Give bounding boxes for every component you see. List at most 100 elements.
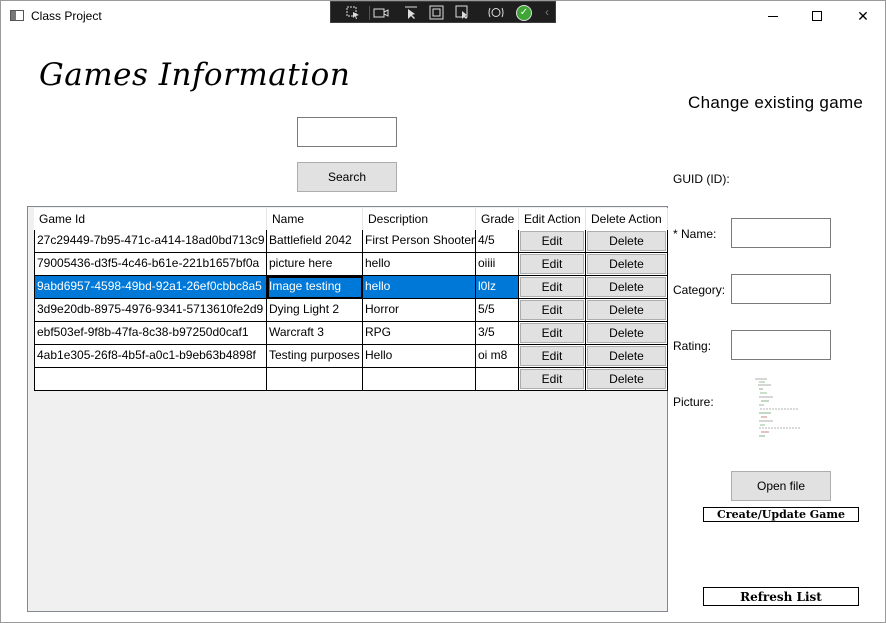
grade-cell[interactable] <box>476 368 519 391</box>
grade-cell[interactable]: oi m8 <box>476 345 519 368</box>
description-cell[interactable] <box>363 368 476 391</box>
guid-label: GUID (ID): <box>673 172 730 186</box>
edit-button[interactable]: Edit <box>520 277 584 297</box>
delete-cell: Delete <box>586 299 668 322</box>
maximize-button[interactable] <box>794 1 840 31</box>
column-header-game-id[interactable]: Game Id <box>34 208 267 230</box>
name-cell[interactable]: Image testing <box>267 276 363 299</box>
search-input[interactable] <box>297 117 397 147</box>
delete-button[interactable]: Delete <box>587 346 666 366</box>
column-header-edit-action[interactable]: Edit Action <box>519 208 586 230</box>
window-title: Class Project <box>31 9 102 23</box>
name-cell[interactable]: Dying Light 2 <box>267 299 363 322</box>
grade-cell[interactable]: 3/5 <box>476 322 519 345</box>
refresh-list-button[interactable]: Refresh List <box>703 587 859 606</box>
delete-button[interactable]: Delete <box>587 300 666 320</box>
delete-cell: Delete <box>586 345 668 368</box>
edit-button[interactable]: Edit <box>520 323 584 343</box>
table-row[interactable]: 3d9e20db-8975-4976-9341-5713610fe2d9 Dyin… <box>34 299 668 322</box>
minimize-button[interactable] <box>750 1 796 31</box>
table-row[interactable]: 27c29449-7b95-471c-a414-18ad0bd713c9 Batt… <box>34 230 668 253</box>
grade-cell[interactable]: l0lz <box>476 276 519 299</box>
name-cell[interactable]: Battlefield 2042 <box>267 230 363 253</box>
table-row[interactable]: 9abd6957-4598-49bd-92a1-26ef0cbbc8a5 Imag… <box>34 276 668 299</box>
minimize-icon <box>768 15 778 17</box>
close-icon: ✕ <box>857 7 869 24</box>
grade-cell[interactable]: 5/5 <box>476 299 519 322</box>
maximize-icon <box>812 11 822 21</box>
create-update-game-button[interactable]: Create/Update Game <box>703 507 859 522</box>
select-element-icon[interactable] <box>345 5 361 20</box>
picture-label: Picture: <box>673 395 714 409</box>
name-field[interactable] <box>731 218 831 248</box>
open-file-button[interactable]: Open file <box>731 471 831 501</box>
name-cell[interactable] <box>267 368 363 391</box>
game-id-cell[interactable]: 3d9e20db-8975-4976-9341-5713610fe2d9 <box>34 299 267 322</box>
delete-cell: Delete <box>586 368 668 391</box>
column-header-name[interactable]: Name <box>267 208 363 230</box>
collapse-icon[interactable]: ‹ <box>539 5 555 20</box>
game-id-cell[interactable]: 4ab1e305-26f8-4b5f-a0c1-b9eb63b4898f <box>34 345 267 368</box>
table-row[interactable]: ebf503ef-9f8b-47fa-8c38-b97250d0caf1 Warc… <box>34 322 668 345</box>
delete-cell: Delete <box>586 276 668 299</box>
search-button[interactable]: Search <box>297 162 397 192</box>
delete-cell: Delete <box>586 230 668 253</box>
delete-button[interactable]: Delete <box>587 254 666 274</box>
check-icon[interactable]: ✓ <box>516 5 532 21</box>
edit-cell: Edit <box>519 299 586 322</box>
hot-reload-icon[interactable] <box>488 5 504 20</box>
close-button[interactable]: ✕ <box>840 1 886 31</box>
description-cell[interactable]: First Person Shooter <box>363 230 476 253</box>
panel-title: Change existing game <box>688 93 864 112</box>
camera-icon[interactable] <box>373 5 389 20</box>
delete-button[interactable]: Delete <box>587 323 666 343</box>
game-id-cell[interactable]: 79005436-d3f5-4c46-b61e-221b1657bf0a <box>34 253 267 276</box>
delete-button[interactable]: Delete <box>587 369 666 389</box>
description-cell[interactable]: Horror <box>363 299 476 322</box>
grade-cell[interactable]: oiiii <box>476 253 519 276</box>
table-row[interactable]: 79005436-d3f5-4c46-b61e-221b1657bf0a pict… <box>34 253 668 276</box>
rating-field[interactable] <box>731 330 831 360</box>
column-header-delete-action[interactable]: Delete Action <box>586 208 668 230</box>
description-cell[interactable]: Hello <box>363 345 476 368</box>
edit-cell: Edit <box>519 253 586 276</box>
edit-button[interactable]: Edit <box>520 231 584 251</box>
pointer-icon[interactable] <box>403 5 419 20</box>
edit-cell: Edit <box>519 345 586 368</box>
name-cell[interactable]: Testing purposes <box>267 345 363 368</box>
edit-button[interactable]: Edit <box>520 254 584 274</box>
description-cell[interactable]: RPG <box>363 322 476 345</box>
column-header-grade[interactable]: Grade <box>476 208 519 230</box>
game-id-cell[interactable]: ebf503ef-9f8b-47fa-8c38-b97250d0caf1 <box>34 322 267 345</box>
app-window: Class Project ✕ ✓ ‹ Games Information Se… <box>0 0 886 623</box>
category-field[interactable] <box>731 274 831 304</box>
page-title: Games Information <box>39 57 351 93</box>
grade-cell[interactable]: 4/5 <box>476 230 519 253</box>
grid-header: Game Id Name Description Grade Edit Acti… <box>34 208 668 230</box>
name-cell[interactable]: Warcraft 3 <box>267 322 363 345</box>
delete-cell: Delete <box>586 253 668 276</box>
table-row[interactable]: 4ab1e305-26f8-4b5f-a0c1-b9eb63b4898f Test… <box>34 345 668 368</box>
edit-cell: Edit <box>519 322 586 345</box>
delete-button[interactable]: Delete <box>587 277 666 297</box>
rating-label: Rating: <box>673 339 712 353</box>
name-label: * Name: <box>673 227 717 241</box>
app-icon <box>10 10 24 21</box>
description-cell[interactable]: hello <box>363 253 476 276</box>
edit-button[interactable]: Edit <box>520 300 584 320</box>
edit-button[interactable]: Edit <box>520 369 584 389</box>
edit-button[interactable]: Edit <box>520 346 584 366</box>
game-id-cell[interactable] <box>34 368 267 391</box>
game-id-cell[interactable]: 9abd6957-4598-49bd-92a1-26ef0cbbc8a5 <box>34 276 267 299</box>
edit-cell: Edit <box>519 368 586 391</box>
delete-button[interactable]: Delete <box>587 231 666 251</box>
category-label: Category: <box>673 283 726 297</box>
games-data-grid[interactable]: Game Id Name Description Grade Edit Acti… <box>27 206 668 612</box>
description-cell[interactable]: hello <box>363 276 476 299</box>
column-header-description[interactable]: Description <box>363 208 476 230</box>
name-cell[interactable]: picture here <box>267 253 363 276</box>
game-id-cell[interactable]: 27c29449-7b95-471c-a414-18ad0bd713c9 <box>34 230 267 253</box>
adorner-icon[interactable] <box>429 5 445 20</box>
table-row[interactable]: Edit Delete <box>34 368 668 391</box>
track-focus-icon[interactable] <box>455 5 471 20</box>
